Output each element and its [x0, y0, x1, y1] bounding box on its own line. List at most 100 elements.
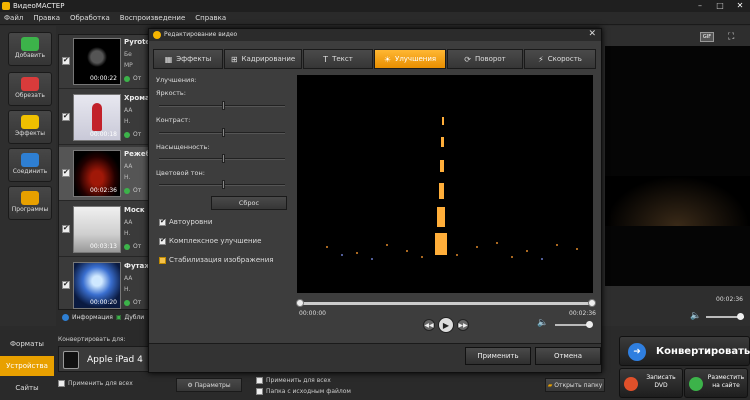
list-footer: Информация ▣ Дубли	[58, 311, 154, 324]
dialog-close-icon[interactable]: ✕	[588, 29, 596, 39]
seek-end-knob[interactable]	[588, 299, 596, 307]
burn-dvd-label: Записать DVD	[646, 374, 676, 389]
dvd-icon	[624, 377, 638, 391]
file-meta1: AA	[124, 107, 133, 114]
burn-dvd-button[interactable]: Записать DVD	[619, 368, 683, 398]
list-item[interactable]: 00:03:13 Моск AA H. От	[59, 203, 153, 257]
apply-button[interactable]: Применить	[465, 347, 531, 365]
file-checkbox[interactable]	[62, 112, 70, 121]
convert-button[interactable]: ➜ Конвертировать	[619, 336, 750, 366]
cut-icon	[21, 77, 39, 91]
apply-all-checkbox[interactable]: Применить для всех	[58, 380, 133, 387]
fullscreen-icon[interactable]: ⛶	[728, 32, 742, 42]
crop-tab-icon: ⊞	[230, 54, 238, 64]
hue-slider[interactable]	[159, 180, 285, 189]
time-end: 00:02:36	[569, 310, 596, 317]
saturation-label: Насыщенность:	[156, 143, 210, 151]
complex-enhance-checkbox[interactable]: Комплексное улучшение	[159, 236, 261, 245]
duplicate-link[interactable]: Дубли	[125, 314, 145, 321]
volume-icon[interactable]: 🔈	[690, 311, 701, 321]
menu-help[interactable]: Справка	[195, 14, 226, 22]
tab-enhance-label: Улучшения	[395, 55, 437, 63]
cancel-button[interactable]: Отмена	[535, 347, 601, 365]
source-folder-label: Папка с исходным файлом	[266, 388, 351, 395]
source-folder-checkbox[interactable]: Папка с исходным файлом	[256, 388, 351, 395]
list-item[interactable]: 00:00:20 Футаж AA H. От	[59, 259, 153, 309]
file-checkbox[interactable]	[62, 280, 70, 289]
stabilize-checkbox[interactable]: Стабилизация изображения	[159, 256, 273, 264]
tab-text[interactable]: T Текст	[303, 49, 373, 69]
tablet-icon	[63, 351, 79, 369]
volume-knob[interactable]	[737, 313, 744, 320]
menu-edit[interactable]: Правка	[33, 14, 60, 22]
file-name: Хрома	[124, 94, 150, 102]
params-label: Параметры	[194, 382, 231, 389]
menu-playback[interactable]: Воспроизведение	[120, 14, 186, 22]
file-checkbox[interactable]	[62, 56, 70, 65]
file-list: 00:00:22 Pyrote Бе MP От 00:00:18 Хрома …	[58, 34, 154, 310]
file-thumbnail: 00:00:22	[73, 38, 121, 85]
dialog-tabs: ▦ Эффекты ⊞ Кадрирование T Текст ☀ Улучшения…	[153, 49, 597, 69]
tab-formats[interactable]: Форматы	[0, 334, 54, 354]
open-folder-button[interactable]: ▰ Открыть папку	[545, 378, 605, 392]
gif-button[interactable]: GIF	[700, 32, 714, 42]
tab-effects[interactable]: ▦ Эффекты	[153, 49, 223, 69]
effects-button[interactable]: Эффекты	[8, 110, 52, 144]
close-icon[interactable]: ✕	[730, 0, 750, 12]
file-thumbnail: 00:03:13	[73, 206, 121, 253]
dialog-volume-knob[interactable]	[586, 321, 593, 328]
slider-knob[interactable]	[222, 101, 225, 110]
file-duration: 00:03:13	[90, 243, 117, 250]
programs-button[interactable]: Программы	[8, 186, 52, 220]
file-checkbox[interactable]	[62, 168, 70, 177]
info-link[interactable]: Информация	[72, 314, 113, 321]
seek-start-knob[interactable]	[296, 299, 304, 307]
prev-frame-icon[interactable]: ◀◀	[423, 319, 435, 331]
list-item[interactable]: 00:00:18 Хрома AA H. От	[59, 91, 153, 145]
join-button[interactable]: Соединить	[8, 148, 52, 182]
app-logo-icon	[2, 2, 10, 10]
file-meta2: MP	[124, 62, 133, 69]
slider-knob[interactable]	[222, 128, 225, 137]
tab-rotate[interactable]: ⟳ Поворот	[447, 49, 523, 69]
dialog-volume-icon[interactable]: 🔈	[537, 318, 548, 328]
tab-enhance[interactable]: ☀ Улучшения	[374, 49, 446, 69]
tab-speed[interactable]: ⚡ Скорость	[524, 49, 596, 69]
file-duration: 00:02:36	[90, 187, 117, 194]
menu-process[interactable]: Обработка	[70, 14, 110, 22]
slider-knob[interactable]	[222, 180, 225, 189]
seek-bar[interactable]	[298, 302, 592, 305]
open-folder-label: Открыть папку	[554, 382, 603, 389]
maximize-icon[interactable]: □	[710, 0, 730, 12]
next-frame-icon[interactable]: ▶▶	[457, 319, 469, 331]
cut-button[interactable]: Обрезать	[8, 72, 52, 106]
reset-button[interactable]: Сброс	[211, 196, 287, 210]
menu-file[interactable]: Файл	[4, 14, 23, 22]
menu-bar: Файл Правка Обработка Воспроизведение Сп…	[0, 12, 750, 25]
duplicate-icon: ▣	[115, 314, 122, 321]
file-checkbox[interactable]	[62, 224, 70, 233]
list-item[interactable]: 00:00:22 Pyrote Бе MP От	[59, 35, 153, 89]
publish-button[interactable]: Разместить на сайте	[684, 368, 748, 398]
list-item[interactable]: 00:02:36 Режеб AA H. От	[59, 147, 153, 201]
contrast-slider[interactable]	[159, 128, 285, 137]
brightness-slider[interactable]	[159, 101, 285, 110]
tab-sites[interactable]: Сайты	[0, 378, 54, 398]
play-icon[interactable]: ▶	[438, 317, 454, 333]
join-label: Соединить	[12, 168, 48, 175]
tab-devices[interactable]: Устройства	[0, 356, 54, 376]
minimize-icon[interactable]: –	[690, 0, 710, 12]
apply-all-output-checkbox[interactable]: Применить для всех	[256, 377, 331, 384]
slider-knob[interactable]	[222, 154, 225, 163]
programs-icon	[21, 191, 39, 205]
auto-levels-checkbox[interactable]: Автоуровни	[159, 217, 212, 226]
dialog-title-bar: Редактирование видео ✕	[149, 29, 601, 41]
saturation-slider[interactable]	[159, 154, 285, 163]
add-button[interactable]: Добавить	[8, 32, 52, 66]
params-button[interactable]: ⚙ Параметры	[176, 378, 242, 392]
tab-crop[interactable]: ⊞ Кадрирование	[224, 49, 302, 69]
apply-all-label: Применить для всех	[68, 380, 133, 387]
file-meta2: H.	[124, 118, 131, 125]
dialog-logo-icon	[153, 31, 161, 39]
publish-label: Разместить на сайте	[707, 374, 745, 389]
